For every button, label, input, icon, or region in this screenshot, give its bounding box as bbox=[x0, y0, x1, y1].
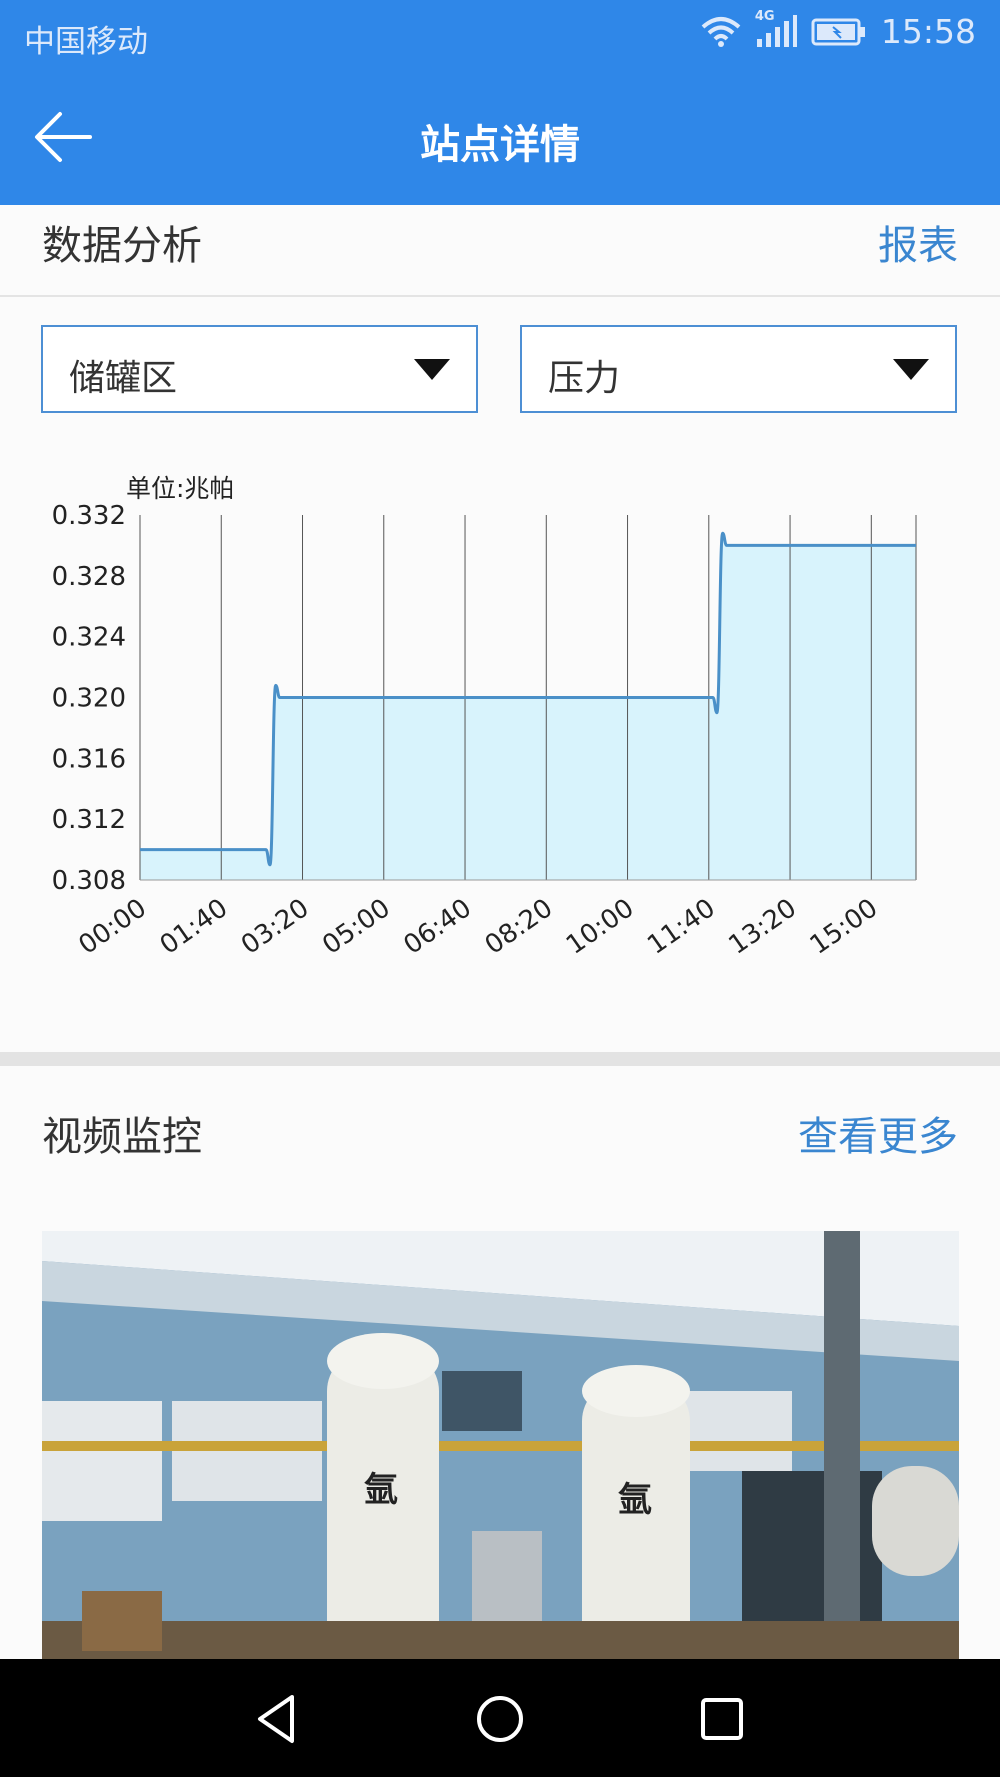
unit-label: 单位:兆帕 bbox=[126, 474, 234, 503]
page-title: 站点详情 bbox=[420, 122, 580, 168]
network-type: 4G bbox=[754, 8, 775, 24]
back-triangle-icon bbox=[248, 1695, 308, 1753]
pressure-chart: 单位:兆帕0.332 0.328 0.324 0.320 0.316 0.312 0.308… bbox=[52, 474, 917, 961]
x-tick-label: 06:40 bbox=[398, 893, 477, 961]
area-select-value: 储罐区 bbox=[69, 358, 178, 399]
view-more-link[interactable]: 查看更多 bbox=[798, 1104, 958, 1162]
y-tick-label: 0.324 bbox=[52, 623, 126, 653]
tank-label: 氩 bbox=[618, 1480, 652, 1520]
app-bar: 站点详情 bbox=[0, 68, 1000, 205]
nav-recents-button[interactable] bbox=[692, 1689, 752, 1749]
x-tick-label: 15:00 bbox=[805, 893, 884, 961]
x-tick-label: 10:00 bbox=[561, 893, 640, 961]
wifi-icon bbox=[701, 15, 741, 49]
nav-back-button[interactable] bbox=[248, 1689, 308, 1749]
y-tick-label: 0.328 bbox=[52, 562, 126, 592]
y-tick-label: 0.320 bbox=[52, 684, 126, 714]
x-tick-label: 01:40 bbox=[155, 893, 234, 961]
x-tick-label: 13:20 bbox=[723, 893, 802, 961]
area-select[interactable]: 储罐区 bbox=[41, 325, 478, 413]
status-bar: 中国移动 4G 15:58 bbox=[0, 0, 1000, 68]
dropdown-caret-icon bbox=[893, 359, 929, 380]
signal-icon: 4G bbox=[755, 9, 797, 49]
battery-charging-icon bbox=[811, 18, 867, 46]
y-tick-label: 0.312 bbox=[52, 805, 126, 835]
dropdown-caret-icon bbox=[414, 359, 450, 380]
carrier-label: 中国移动 bbox=[24, 24, 148, 60]
status-icons: 4G 15:58 bbox=[701, 9, 976, 51]
y-tick-label: 0.332 bbox=[52, 501, 126, 531]
x-tick-label: 00:00 bbox=[73, 893, 152, 961]
video-monitor-card: 视频监控 查看更多 氩 氩 bbox=[0, 1066, 1000, 1661]
video-monitor-header: 视频监控 查看更多 bbox=[0, 1066, 1000, 1160]
section-title: 视频监控 bbox=[42, 1114, 202, 1160]
recents-square-icon bbox=[692, 1698, 752, 1753]
tank-label: 氩 bbox=[364, 1470, 398, 1510]
y-tick-label: 0.316 bbox=[52, 744, 126, 774]
home-circle-icon bbox=[470, 1696, 530, 1753]
y-tick-label: 0.308 bbox=[52, 866, 126, 896]
metric-select[interactable]: 压力 bbox=[520, 325, 957, 413]
metric-select-value: 压力 bbox=[548, 358, 621, 399]
section-gap bbox=[0, 1052, 1000, 1066]
video-thumbnail[interactable]: 氩 氩 bbox=[42, 1231, 959, 1661]
x-tick-label: 05:00 bbox=[317, 893, 396, 961]
data-analysis-card: 数据分析 报表 储罐区 压力 单位:兆帕 0.332 0.328 0.324 0.320… bbox=[0, 205, 1000, 1052]
x-tick-label: 11:40 bbox=[642, 893, 721, 961]
data-analysis-header: 数据分析 报表 bbox=[0, 205, 1000, 295]
system-nav-bar bbox=[0, 1659, 1000, 1777]
x-tick-label: 08:20 bbox=[480, 893, 559, 961]
section-title: 数据分析 bbox=[42, 223, 202, 269]
divider bbox=[0, 295, 1000, 297]
report-link[interactable]: 报表 bbox=[878, 213, 958, 271]
status-time: 15:58 bbox=[880, 12, 976, 51]
nav-home-button[interactable] bbox=[470, 1689, 530, 1749]
x-tick-label: 03:20 bbox=[236, 893, 315, 961]
chart-area-fill bbox=[140, 533, 916, 880]
